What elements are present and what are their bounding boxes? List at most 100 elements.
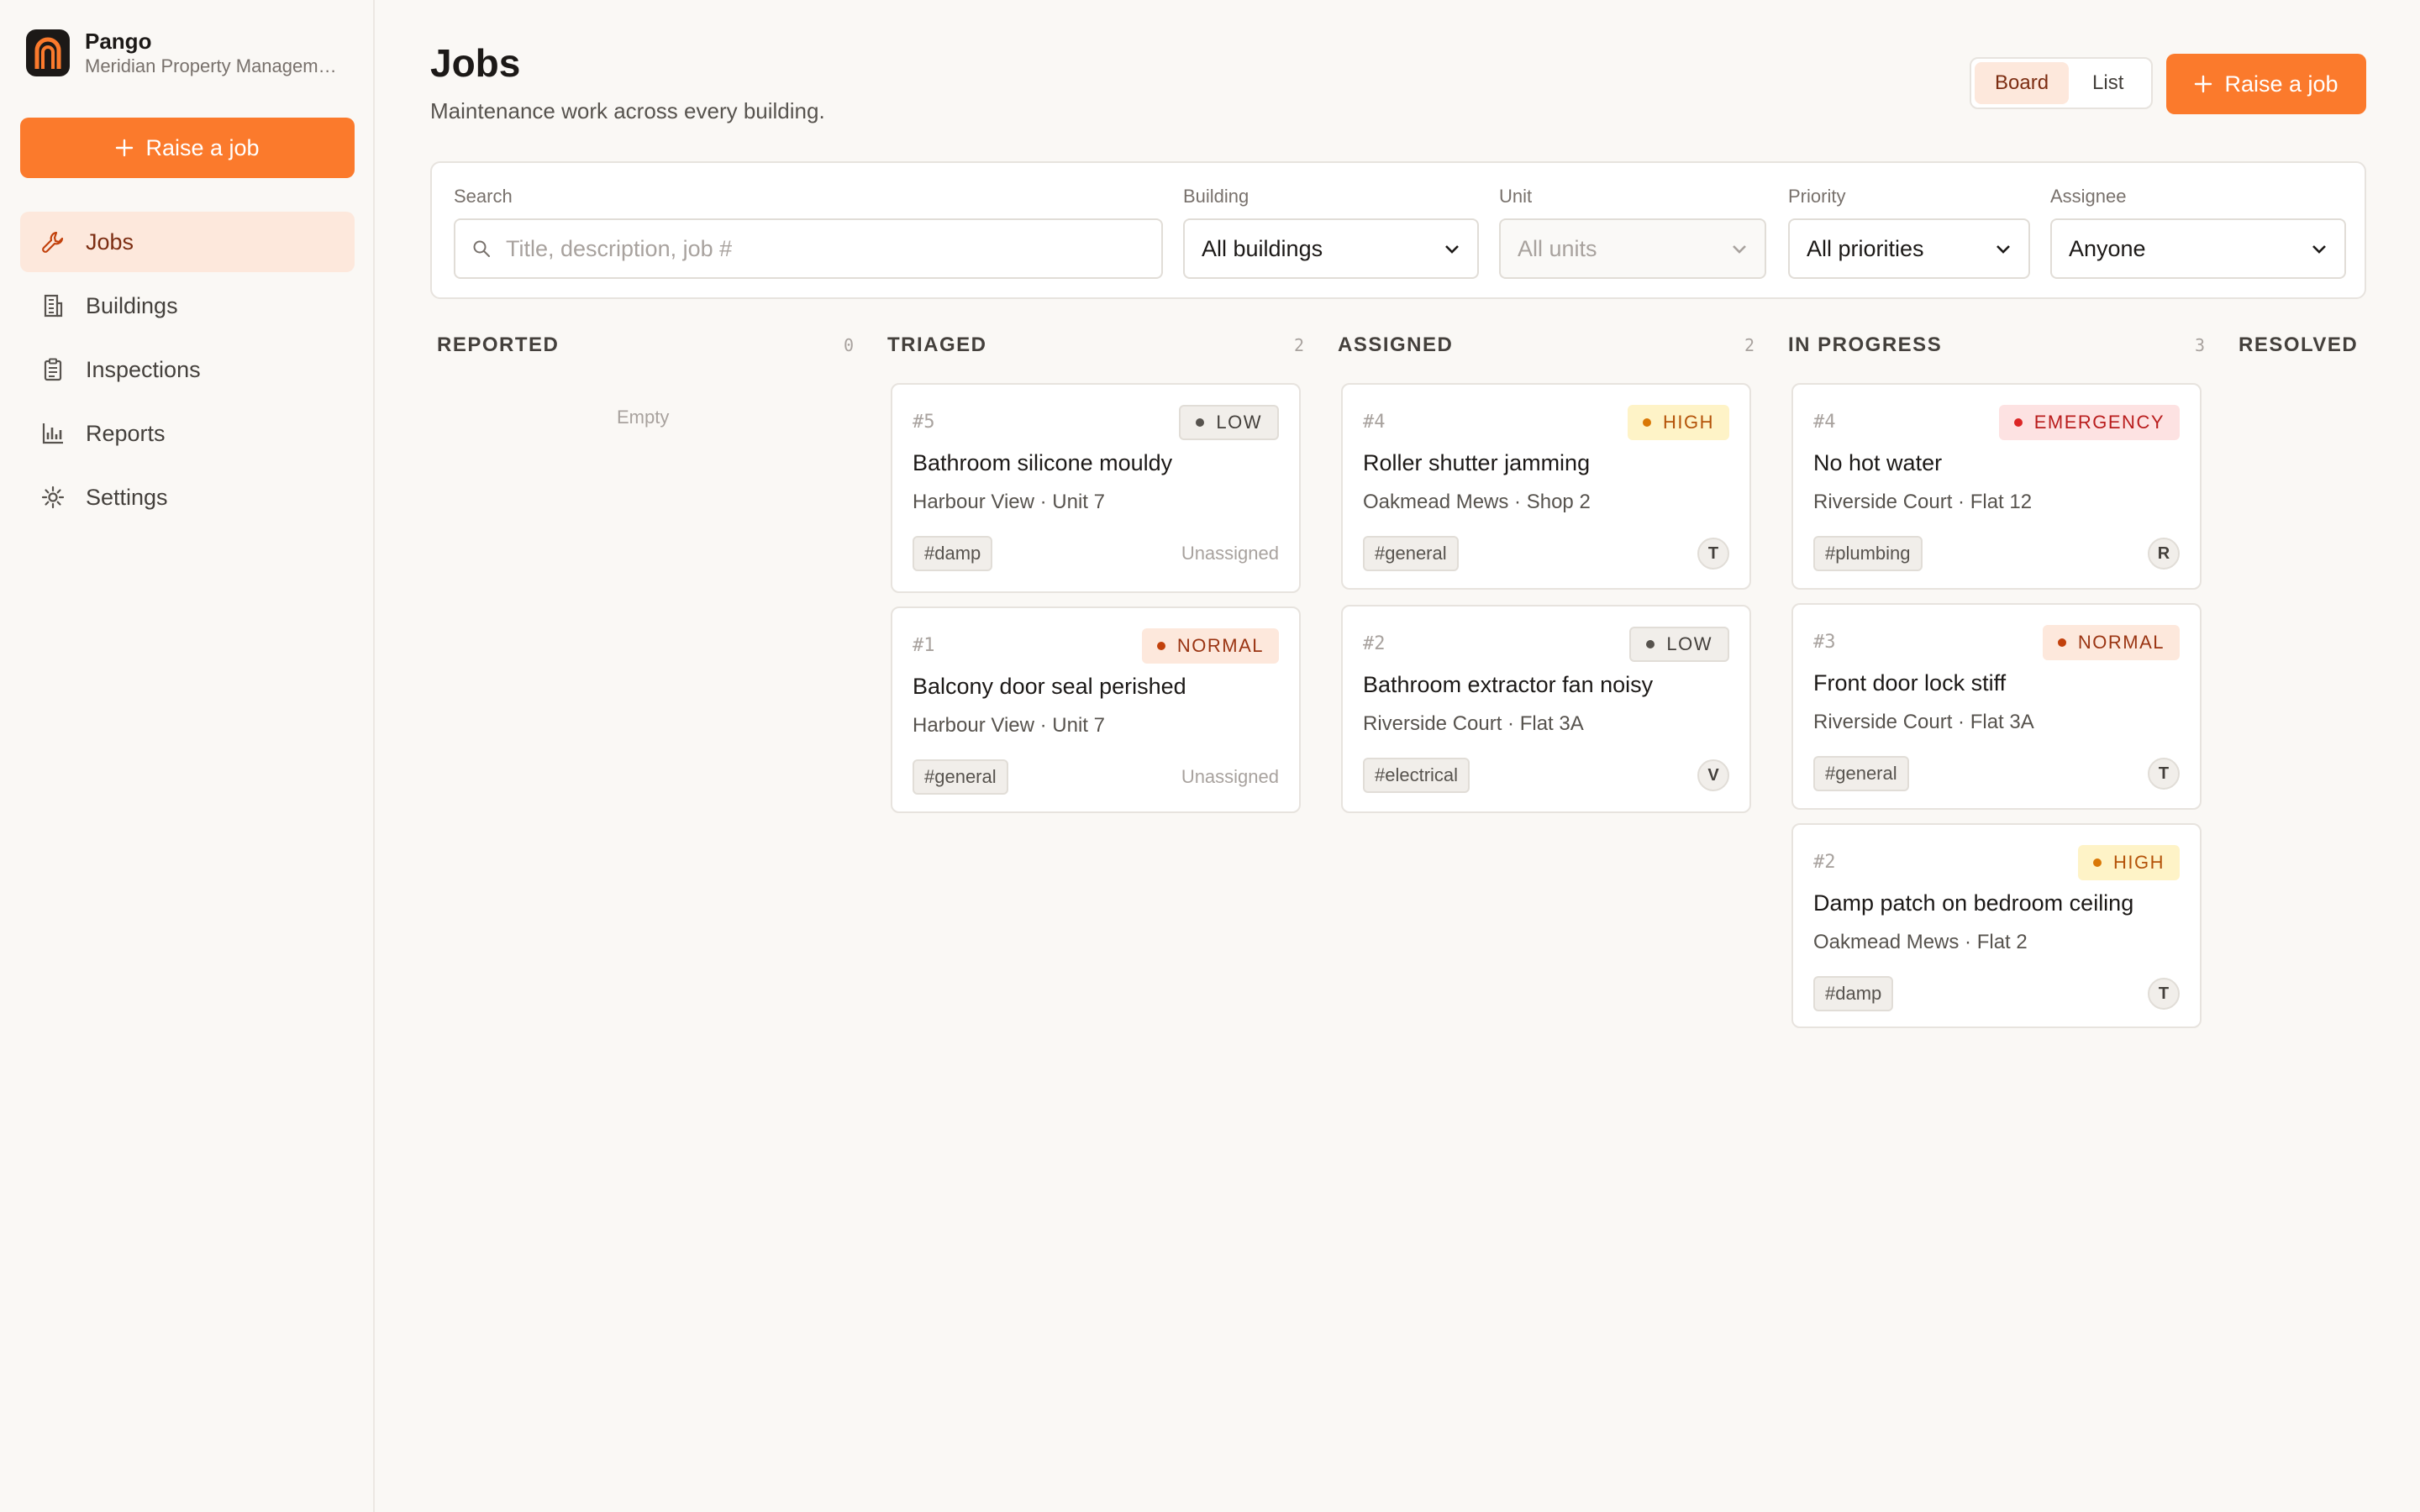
priority-label: NORMAL	[1176, 635, 1264, 656]
view-toggle: Board List	[1970, 57, 2153, 109]
priority-dot-icon	[1196, 418, 1205, 427]
priority-dot-icon	[1156, 642, 1165, 650]
column-count: 3	[2194, 335, 2205, 355]
job-tag: #damp	[1813, 976, 1894, 1011]
job-location: Riverside Court · Flat 3A	[1363, 712, 1584, 735]
job-tag: #damp	[913, 536, 993, 571]
brand-name: Pango	[85, 29, 152, 54]
priority-badge: NORMAL	[2042, 625, 2180, 660]
column-header-reported: REPORTED 0	[437, 333, 854, 358]
job-id: #4	[1813, 412, 1836, 433]
brand[interactable]: Pango Meridian Property Management	[26, 28, 337, 78]
sidebar-item-reports[interactable]: Reports	[20, 403, 355, 464]
sidebar-item-jobs[interactable]: Jobs	[20, 212, 355, 272]
search-icon	[473, 240, 490, 257]
sidebar-item-inspections[interactable]: Inspections	[20, 339, 355, 400]
job-title: Bathroom silicone mouldy	[913, 450, 1173, 475]
assignee-avatar: T	[2148, 758, 2180, 790]
sidebar-item-buildings[interactable]: Buildings	[20, 276, 355, 336]
priority-label: HIGH	[1663, 412, 1714, 433]
job-tag: #general	[1813, 756, 1909, 791]
sidebar-item-settings[interactable]: Settings	[20, 467, 355, 528]
job-title: Roller shutter jamming	[1363, 450, 1591, 475]
gear-icon	[40, 485, 66, 510]
assignee-avatar: T	[2148, 978, 2180, 1010]
priority-label: Priority	[1788, 186, 1846, 207]
job-card[interactable]: #4 HIGH Roller shutter jamming Oakmead M…	[1341, 383, 1751, 590]
unit-filter: Unit All units	[1499, 185, 1766, 279]
column-header-resolved: RESOLVED	[2238, 333, 2407, 358]
priority-label: EMERGENCY	[2033, 412, 2165, 433]
assignee-avatar: R	[2148, 538, 2180, 570]
job-location: Harbour View · Unit 7	[913, 714, 1105, 737]
column-header-in-progress: IN PROGRESS 3	[1788, 333, 2205, 358]
priority-select-value: All priorities	[1807, 235, 1924, 261]
building-filter: Building All buildings	[1183, 185, 1479, 279]
job-card[interactable]: #2 HIGH Damp patch on bedroom ceiling Oa…	[1791, 823, 2202, 1028]
priority-dot-icon	[1643, 418, 1651, 427]
assignee-label: Unassigned	[1181, 766, 1279, 787]
job-card[interactable]: #5 LOW Bathroom silicone mouldy Harbour …	[891, 383, 1301, 593]
sidebar-item-label: Buildings	[86, 292, 178, 318]
sidebar-raise-job-button[interactable]: Raise a job	[20, 118, 355, 178]
search-label: Search	[454, 186, 513, 207]
sidebar-item-label: Settings	[86, 484, 168, 510]
assignee-select-value: Anyone	[2069, 235, 2146, 261]
unit-select-value: All units	[1518, 235, 1597, 261]
column-title: TRIAGED	[887, 333, 987, 356]
assignee-select[interactable]: Anyone	[2050, 218, 2346, 279]
chevron-down-icon	[1731, 243, 1748, 255]
priority-label: NORMAL	[2077, 632, 2165, 653]
list-view-button[interactable]: List	[2072, 62, 2144, 104]
job-tag: #plumbing	[1813, 536, 1923, 571]
job-id: #5	[913, 412, 935, 433]
building-icon	[40, 293, 66, 318]
job-title: Damp patch on bedroom ceiling	[1813, 890, 2134, 916]
sidebar-item-label: Inspections	[86, 356, 201, 382]
search-filter: Search	[454, 185, 1163, 279]
job-title: Front door lock stiff	[1813, 670, 2007, 696]
wrench-icon	[40, 229, 66, 255]
chevron-down-icon	[1995, 243, 2012, 255]
job-tag: #electrical	[1363, 758, 1470, 793]
job-tag: #general	[913, 759, 1008, 795]
priority-dot-icon	[1646, 640, 1655, 648]
priority-badge: EMERGENCY	[1998, 405, 2180, 440]
bar-chart-icon	[40, 421, 66, 446]
column-header-assigned: ASSIGNED 2	[1338, 333, 1754, 358]
priority-badge: HIGH	[1628, 405, 1729, 440]
priority-dot-icon	[2093, 858, 2102, 867]
job-card[interactable]: #2 LOW Bathroom extractor fan noisy Rive…	[1341, 605, 1751, 813]
clipboard-icon	[40, 357, 66, 382]
building-label: Building	[1183, 186, 1249, 207]
priority-label: LOW	[1666, 633, 1712, 654]
column-count: 2	[1293, 335, 1304, 355]
sidebar: Pango Meridian Property Management Raise…	[0, 0, 375, 1512]
job-card[interactable]: #4 EMERGENCY No hot water Riverside Cour…	[1791, 383, 2202, 590]
job-card[interactable]: #3 NORMAL Front door lock stiff Riversid…	[1791, 603, 2202, 810]
unit-select[interactable]: All units	[1499, 218, 1766, 279]
priority-label: LOW	[1216, 412, 1262, 433]
board-view-button[interactable]: Board	[1975, 62, 2070, 104]
raise-job-button[interactable]: Raise a job	[2166, 54, 2366, 114]
search-input[interactable]	[506, 235, 1144, 262]
assignee-avatar: V	[1697, 759, 1729, 791]
priority-label: HIGH	[2113, 852, 2165, 873]
job-id: #4	[1363, 412, 1386, 433]
raise-job-label: Raise a job	[2224, 71, 2338, 97]
priority-badge: NORMAL	[1141, 628, 1279, 664]
brand-org: Meridian Property Management	[85, 55, 337, 76]
building-select-value: All buildings	[1202, 235, 1323, 261]
priority-badge: HIGH	[2078, 845, 2180, 880]
search-field[interactable]	[454, 218, 1163, 279]
column-count: 0	[843, 335, 854, 355]
building-select[interactable]: All buildings	[1183, 218, 1479, 279]
job-id: #3	[1813, 632, 1836, 653]
job-card[interactable]: #1 NORMAL Balcony door seal perished Har…	[891, 606, 1301, 813]
unit-label: Unit	[1499, 186, 1533, 207]
priority-dot-icon	[2057, 638, 2066, 647]
priority-select[interactable]: All priorities	[1788, 218, 2030, 279]
job-id: #2	[1813, 852, 1836, 873]
page-title: Jobs	[430, 41, 521, 85]
empty-column-label: Empty	[617, 407, 670, 428]
